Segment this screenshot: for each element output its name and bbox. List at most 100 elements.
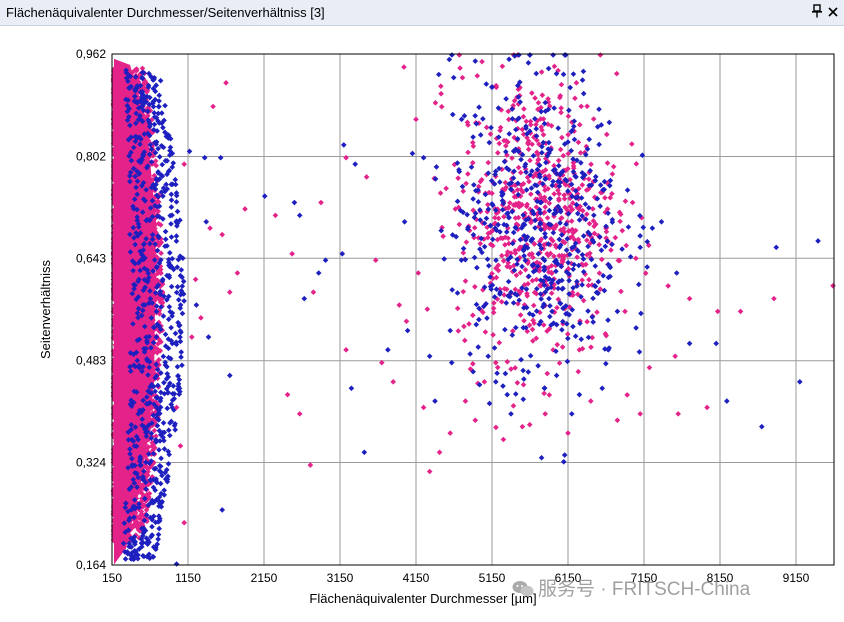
data-point (485, 353, 491, 360)
data-point (472, 112, 478, 119)
data-point (385, 347, 391, 353)
data-point (486, 262, 492, 269)
data-point (172, 330, 179, 337)
data-point (646, 364, 653, 371)
data-point (633, 255, 639, 262)
data-point (538, 69, 545, 75)
data-point (508, 411, 514, 417)
data-point (704, 404, 710, 411)
data-point (624, 392, 630, 398)
data-point (467, 351, 473, 357)
data-point (558, 81, 565, 88)
data-point (526, 273, 532, 280)
x-tick-label: 1150 (175, 571, 201, 585)
data-point (521, 376, 527, 382)
data-point (465, 171, 471, 177)
data-point (625, 224, 632, 230)
data-point (454, 290, 461, 296)
data-point (517, 169, 524, 176)
data-point (441, 256, 448, 262)
data-point (477, 240, 484, 247)
data-point (759, 423, 765, 430)
data-point (504, 358, 511, 365)
data-point (541, 390, 547, 397)
data-point (483, 81, 490, 87)
y-tick-label: 0,643 (76, 251, 106, 265)
data-point (538, 454, 545, 461)
data-point (496, 140, 503, 147)
x-tick-label: 150 (102, 571, 122, 585)
data-point (482, 329, 489, 335)
data-point (471, 182, 477, 188)
x-tick-label: 2150 (251, 571, 278, 585)
data-point (560, 458, 567, 465)
y-tick-label: 0,324 (76, 456, 106, 470)
close-icon[interactable] (826, 4, 840, 20)
data-point (512, 391, 519, 397)
data-point (471, 254, 478, 261)
data-point (390, 379, 396, 385)
data-point (426, 353, 433, 360)
data-point (580, 233, 587, 239)
data-point (456, 221, 463, 228)
x-tick-label: 5150 (479, 571, 506, 585)
data-point (575, 139, 582, 146)
data-point (596, 241, 602, 248)
data-point (580, 90, 587, 97)
data-point (500, 383, 506, 389)
data-point (527, 352, 534, 359)
data-point (509, 332, 516, 338)
title-bar: Flächenäquivalenter Durchmesser/Seitenve… (0, 0, 844, 26)
data-point (179, 310, 186, 317)
data-point (409, 150, 416, 157)
data-point (533, 70, 540, 77)
data-point (617, 218, 623, 225)
data-point (520, 367, 526, 374)
data-point (401, 218, 408, 225)
data-point (436, 71, 442, 78)
data-point (490, 332, 496, 338)
data-point (361, 449, 368, 456)
data-point (192, 276, 199, 283)
data-point (724, 398, 730, 404)
data-point (575, 368, 582, 375)
data-point (565, 335, 571, 342)
data-point (614, 417, 621, 424)
data-point (588, 344, 594, 350)
data-point (489, 236, 496, 243)
data-point (550, 52, 556, 58)
data-point (499, 63, 506, 70)
data-point (622, 308, 628, 315)
data-point (546, 295, 552, 302)
data-point (505, 278, 512, 285)
data-point (559, 134, 565, 141)
data-point (164, 405, 171, 412)
data-point (504, 391, 510, 398)
data-point (590, 116, 597, 122)
data-point (586, 176, 592, 182)
data-point (576, 121, 583, 128)
data-point (539, 92, 546, 98)
data-point (481, 243, 488, 250)
data-point (284, 391, 291, 398)
pin-icon[interactable] (810, 4, 824, 20)
data-point (665, 283, 671, 289)
data-point (174, 284, 181, 290)
data-point (181, 161, 187, 167)
data-point (574, 254, 580, 260)
data-point (580, 256, 587, 262)
data-point (162, 228, 169, 235)
data-point (527, 157, 533, 164)
data-point (638, 310, 644, 317)
data-point (474, 264, 480, 271)
data-point (544, 215, 551, 221)
data-point (438, 103, 445, 110)
data-point (178, 267, 185, 273)
data-point (602, 195, 608, 201)
data-point (227, 372, 233, 379)
data-point (318, 199, 324, 206)
data-point (570, 71, 577, 77)
data-point (548, 290, 555, 297)
data-point (577, 150, 584, 156)
data-point (579, 77, 586, 83)
